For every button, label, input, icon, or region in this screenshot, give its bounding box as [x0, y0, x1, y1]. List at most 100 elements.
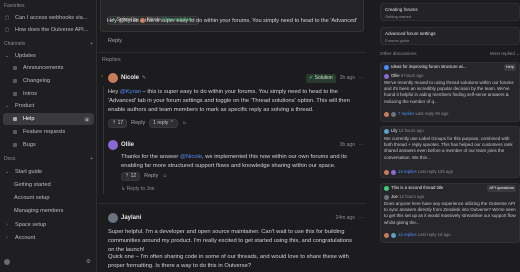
chat-icon: ▢ — [4, 27, 10, 33]
arrow-up-icon: ⇡ — [112, 120, 117, 126]
upvote-button[interactable]: ⇡ 12 — [121, 172, 141, 181]
related-doc-advanced-settings[interactable]: Advanced forum settings Forums guide — [380, 27, 520, 45]
app-window: Favorites ▢ Can I access webhooks via... … — [0, 0, 520, 272]
sort-label: Most replied — [489, 51, 515, 56]
last-reply: Last reply 12h ago — [417, 168, 454, 174]
section-product[interactable]: ⌄ Product — [0, 100, 96, 112]
author-name[interactable]: Ollie — [121, 141, 134, 150]
avatar — [108, 213, 118, 223]
docs-label: Docs — [4, 156, 16, 162]
mention-link[interactable]: @Nicole — [180, 154, 202, 160]
more-icon[interactable]: ⋯ — [359, 74, 364, 83]
channel-tag: API questions — [487, 185, 516, 192]
avatar — [391, 169, 396, 175]
body-text: Thanks for the answer — [121, 154, 180, 160]
favorite-item-2[interactable]: ▢ How does the Outverse API... — [0, 24, 96, 36]
avatar — [391, 111, 396, 117]
sidebar-item-intros[interactable]: Intros — [0, 88, 96, 100]
plus-icon[interactable]: + — [90, 41, 93, 47]
section-start-guide[interactable]: ⌄ Start guide — [0, 166, 96, 178]
favorites-header[interactable]: Favorites — [0, 0, 96, 12]
post-body: Super helpful. I'm a developer and open … — [108, 229, 353, 253]
discussion-title: Ideas for improving forum structure wi..… — [391, 64, 467, 70]
sidebar-item-changelog[interactable]: Changelog — [0, 75, 96, 87]
avatar — [391, 232, 396, 238]
post-header: Jaylani 24m ago ⋯ — [121, 214, 364, 223]
timestamp: 12 hours ago — [398, 128, 424, 134]
timestamp: 9 hours ago — [400, 72, 424, 78]
doc-subtitle: Forums guide — [385, 38, 410, 43]
body-text: – this is super easy to do within your f… — [108, 89, 350, 113]
reply-post-jaylani: Jaylani 24m ago ⋯ Super helpful. I'm a d… — [98, 212, 366, 272]
sidebar-item-managing-members[interactable]: Managing members — [0, 205, 96, 217]
sidebar-item-bugs[interactable]: Bugs — [0, 139, 96, 151]
chevron-down-icon: ⌄ — [4, 53, 10, 59]
avatar — [384, 194, 389, 200]
sidebar-item-account-setup[interactable]: Account setup — [0, 192, 96, 204]
original-post-card: ✔ Solved by Nicole View solution › Hey @… — [100, 0, 364, 32]
sidebar-item-help[interactable]: Help 8 — [3, 113, 94, 125]
solution-label: Solution — [314, 75, 333, 81]
edit-icon: ✎ — [142, 75, 147, 81]
post-header: Nicole ✎ ✔ Solution 3h ago ⋯ — [121, 74, 364, 83]
doc-subtitle: Getting started — [385, 14, 412, 19]
more-icon[interactable]: ⋯ — [359, 141, 364, 150]
emoji-icon[interactable]: ☺ — [162, 172, 167, 181]
last-reply: Last reply 9h ago — [415, 110, 449, 116]
reply-button[interactable]: Reply — [144, 172, 158, 181]
channel-icon — [12, 142, 18, 148]
reply-to-link[interactable]: ↳ Reply to Joe — [121, 185, 154, 194]
collapse-chevron-icon[interactable]: ⌃ — [100, 74, 104, 83]
post-header: Ollie 3h ago ⋯ — [121, 141, 364, 150]
discussion-title-row: Ideas for improving forum structure wi..… — [381, 63, 519, 72]
settings-icon[interactable]: ⚙ — [86, 259, 91, 265]
author-name[interactable]: Jaylani — [121, 214, 141, 223]
chevron-down-icon: ⌄ — [4, 169, 10, 175]
sidebar-item-announcements[interactable]: Announcements — [0, 62, 96, 74]
section-space-setup[interactable]: › Space setup — [0, 219, 96, 231]
section-account[interactable]: › Account — [0, 232, 96, 244]
docs-header[interactable]: Docs + — [0, 153, 96, 165]
sidebar-item-getting-started[interactable]: Getting started — [0, 179, 96, 191]
channels-header[interactable]: Channels + — [0, 38, 96, 50]
sort-dropdown[interactable]: Most replied ⌄ — [490, 51, 520, 57]
channel-tag: Help — [503, 64, 516, 71]
reply-to-label: Reply to Joe — [126, 186, 155, 192]
avatar — [384, 169, 389, 175]
reply-button[interactable]: Reply — [108, 38, 122, 44]
replies-toggle[interactable]: 1 reply ⌃ — [149, 119, 178, 128]
check-icon: ✔ — [309, 75, 314, 81]
favorite-label: How does the Outverse API... — [15, 27, 89, 33]
channels-label: Channels — [4, 41, 26, 47]
favorite-item-1[interactable]: ▢ Can I access webhooks via... — [0, 12, 96, 24]
related-doc-creating-forums[interactable]: Creating forums Getting started — [380, 3, 520, 21]
more-icon[interactable]: ⋯ — [359, 214, 364, 223]
reply-button[interactable]: Reply — [131, 119, 145, 128]
upvote-button[interactable]: ⇡ 17 — [108, 119, 128, 128]
solution-preview: Hey @Kyran – this is super easy to do wi… — [107, 18, 358, 24]
post-body: Thanks for the answer @Nicole, we implem… — [121, 153, 361, 171]
sidebar-item-label: Help — [23, 116, 35, 122]
plus-icon[interactable]: + — [90, 156, 93, 162]
solution-badge: ✔ Solution — [306, 74, 336, 83]
sidebar-item-label: Feature requests — [23, 129, 66, 135]
doc-title: Advanced forum settings — [385, 31, 436, 36]
chat-icon: ▢ — [4, 15, 10, 21]
other-discussions-header: Other discussions Most replied ⌄ — [380, 51, 520, 57]
discussion-title: This is a second thread title — [391, 185, 444, 191]
user-avatar[interactable] — [4, 259, 10, 265]
discussion-card[interactable]: This is a second thread title API questio… — [380, 183, 520, 243]
discussion-card[interactable]: Lily 12 hours ago We currently use Label… — [380, 126, 520, 178]
mention-link[interactable]: @Kyran — [120, 89, 141, 95]
reply-post-ollie: Ollie 3h ago ⋯ Thanks for the answer @Ni… — [98, 139, 366, 195]
discussion-meta: Joe 12 hours ago — [381, 193, 519, 201]
sidebar-item-feature-requests[interactable]: Feature requests — [0, 126, 96, 138]
chevron-down-icon: ⌄ — [4, 103, 10, 109]
channel-icon — [12, 65, 18, 71]
emoji-icon[interactable]: ☺ — [182, 119, 187, 128]
section-updates[interactable]: ⌄ Updates — [0, 50, 96, 62]
favorite-label: Can I access webhooks via... — [15, 15, 88, 21]
author-name[interactable]: Nicole — [121, 74, 139, 83]
discussion-card[interactable]: Ideas for improving forum structure wi..… — [380, 62, 520, 122]
discussion-meta: Lily 12 hours ago — [381, 127, 519, 136]
